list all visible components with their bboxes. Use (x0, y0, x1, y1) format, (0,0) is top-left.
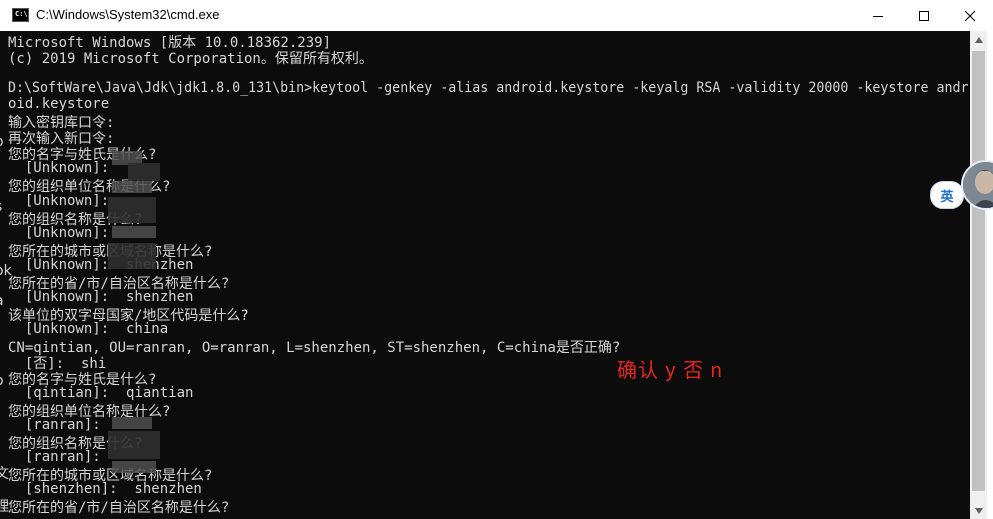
console-line: [Unknown]: (8, 224, 110, 241)
console-line: [Unknown]: china (8, 320, 169, 337)
maximize-icon (919, 10, 929, 21)
redaction-block (112, 461, 156, 473)
window-right-edge (987, 31, 993, 519)
minimize-icon (873, 15, 883, 17)
console-line: (c) 2019 Microsoft Corporation。保留所有权利。 (8, 51, 373, 68)
edge-char: 理 (0, 499, 9, 515)
maximize-button[interactable] (901, 0, 947, 31)
minimize-button[interactable] (855, 0, 901, 31)
ime-indicator[interactable]: 英 (930, 181, 964, 209)
redaction-block (108, 197, 156, 223)
ime-label: 英 (940, 189, 954, 205)
scroll-up-button[interactable] (970, 31, 987, 48)
scroll-down-button[interactable] (970, 502, 987, 519)
window-title: C:\Windows\System32\cmd.exe (36, 7, 220, 22)
redaction-block (112, 226, 156, 238)
edge-char: ok (0, 263, 12, 279)
redaction-block (108, 243, 156, 269)
close-icon (964, 10, 976, 21)
left-edge-fragments: i o s ok a o 文 理 (0, 31, 12, 519)
console-line: 再次输入新口令: (8, 131, 115, 148)
console-line: 您的组织单位名称是什么? (8, 404, 171, 421)
window-titlebar[interactable]: C:\ C:\Windows\System32\cmd.exe (0, 0, 993, 32)
console-line: 该单位的双字母国家/地区代码是什么? (8, 307, 249, 324)
console-line: D:\SoftWare\Java\Jdk\jdk1.8.0_131\bin>ke… (8, 80, 969, 97)
console-line: 您的名字与姓氏是什么? (8, 372, 157, 389)
edge-char: o (0, 134, 4, 150)
console-line: [shenzhen]: shenzhen (8, 481, 202, 498)
console-line: [Unknown]: shenzhen (8, 288, 194, 305)
console-line: oid.keystore (8, 96, 110, 113)
edge-char: o (0, 373, 4, 389)
console-line: 您所在的省/市/自治区名称是什么? (8, 500, 230, 517)
console-output[interactable]: Microsoft Windows [版本 10.0.18362.239] (c)… (0, 31, 970, 519)
scroll-down-icon (974, 507, 983, 514)
console-line: 您所在的城市或区域名称是什么? (8, 468, 213, 485)
redaction-block (108, 431, 160, 459)
console-line: CN=qintian, OU=ranran, O=ranran, L=shenz… (8, 339, 621, 356)
edge-char: s (0, 199, 2, 215)
close-button[interactable] (947, 0, 993, 31)
console-line: [Unknown]: (8, 160, 110, 177)
edge-char: 文 (0, 466, 9, 482)
console-line: [Unknown]: shenzhen (8, 256, 194, 273)
console-line: [ranran]: (8, 449, 101, 466)
cmd-icon-text: C:\ (15, 10, 28, 18)
vertical-scrollbar[interactable] (970, 31, 987, 519)
redaction-block (112, 417, 152, 429)
scroll-thumb[interactable] (972, 51, 985, 491)
console-line: [qintian]: qiantian (8, 385, 194, 402)
redaction-block (112, 181, 152, 193)
console-line: [Unknown]: (8, 192, 110, 209)
console-line: Microsoft Windows [版本 10.0.18362.239] (8, 35, 332, 51)
avatar-image (963, 162, 993, 208)
cmd-icon: C:\ (12, 8, 29, 22)
console-line: 输入密钥库口令: (8, 115, 115, 132)
console-line: [ranran]: (8, 417, 101, 434)
redaction-block (128, 163, 160, 181)
scroll-up-icon (974, 36, 983, 43)
annotation-text: 确认 y 否 n (617, 360, 723, 382)
console-line: [否]: shi (8, 356, 107, 372)
console-line: 您所在的省/市/自治区名称是什么? (8, 275, 230, 292)
edge-char: a (0, 293, 4, 309)
